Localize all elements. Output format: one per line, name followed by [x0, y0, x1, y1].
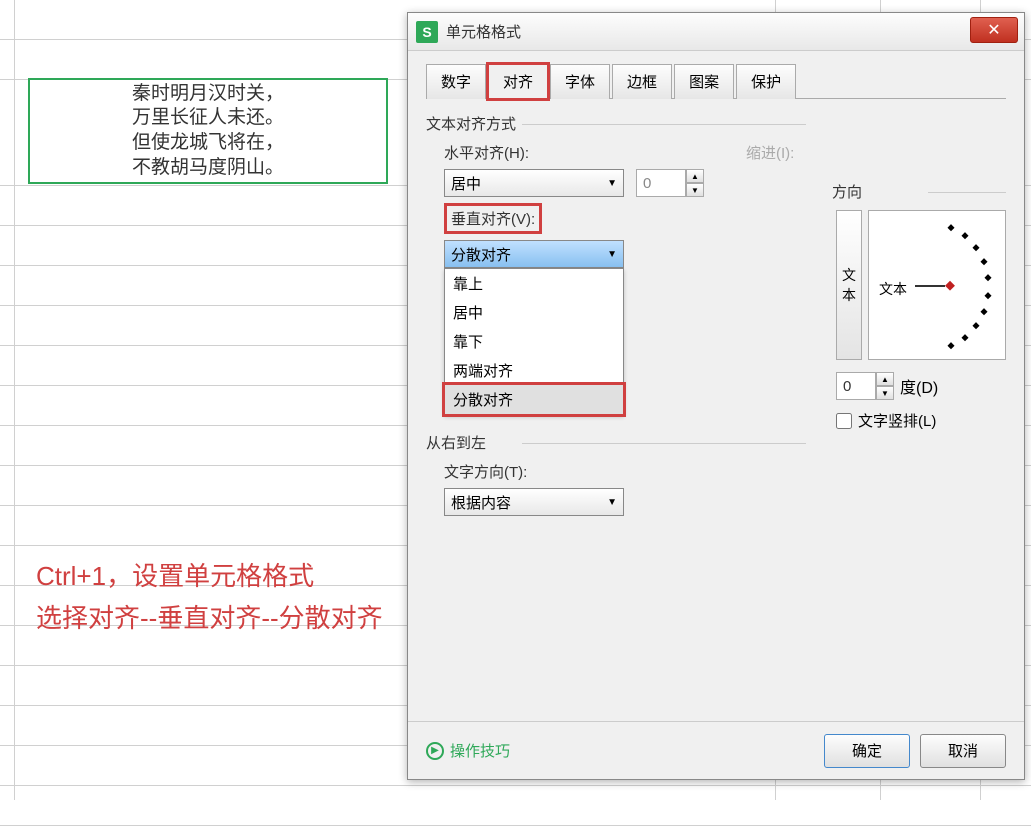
horizontal-align-combo[interactable]: 居中 ▼ — [444, 169, 624, 197]
tab-border[interactable]: 边框 — [612, 64, 672, 99]
play-icon: ▶ — [426, 742, 444, 760]
indent-label: 缩进(I): — [746, 142, 806, 163]
tab-number[interactable]: 数字 — [426, 64, 486, 99]
tab-font[interactable]: 字体 — [550, 64, 610, 99]
app-icon: S — [416, 21, 438, 43]
chevron-down-icon: ▼ — [607, 497, 617, 508]
text-direction-combo[interactable]: 根据内容 ▼ — [444, 488, 624, 516]
spinner-down-icon[interactable]: ▼ — [876, 386, 894, 400]
cancel-button[interactable]: 取消 — [920, 734, 1006, 768]
poem-line: 秦时明月汉时关， — [38, 82, 378, 107]
group-title: 从右到左 — [426, 432, 806, 453]
dialog-footer: ▶ 操作技巧 确定 取消 — [408, 721, 1024, 779]
text-direction-label: 文字方向(T): — [444, 461, 534, 482]
selected-cell[interactable]: 秦时明月汉时关， 万里长征人未还。 但使龙城飞将在， 不教胡马度阴山。 — [28, 78, 388, 184]
degree-input[interactable] — [836, 372, 876, 400]
vertical-align-label: 垂直对齐(V): — [444, 203, 542, 234]
indent-input[interactable] — [636, 169, 686, 197]
tab-strip: 数字 对齐 字体 边框 图案 保护 — [426, 63, 1006, 99]
close-button[interactable]: ✕ — [970, 17, 1018, 43]
direction-group: 方向 文本 文本 — [836, 181, 1006, 431]
horizontal-align-label: 水平对齐(H): — [444, 142, 534, 163]
vertical-align-combo[interactable]: 分散对齐 ▼ — [444, 240, 624, 268]
instruction-text: Ctrl+1，设置单元格格式 选择对齐--垂直对齐--分散对齐 — [36, 556, 383, 639]
chevron-down-icon: ▼ — [607, 178, 617, 189]
text-alignment-group: 文本对齐方式 水平对齐(H): 缩进(I): 居中 ▼ ▲ — [426, 113, 806, 268]
orientation-arc[interactable]: 文本 — [868, 210, 1006, 360]
tab-pattern[interactable]: 图案 — [674, 64, 734, 99]
vertical-text-checkbox[interactable] — [836, 413, 852, 429]
cell-format-dialog: S 单元格格式 ✕ 数字 对齐 字体 边框 图案 保护 文本对齐方式 水平对齐(… — [407, 12, 1025, 780]
indent-spinner[interactable]: ▲ ▼ — [636, 169, 704, 197]
tab-align[interactable]: 对齐 — [488, 64, 548, 99]
dialog-title: 单元格格式 — [446, 21, 521, 42]
rtl-group: 从右到左 文字方向(T): 根据内容 ▼ — [426, 432, 806, 516]
tips-link[interactable]: ▶ 操作技巧 — [426, 740, 510, 761]
group-title: 方向 — [832, 181, 1006, 202]
option-top[interactable]: 靠上 — [445, 269, 623, 298]
poem-line: 不教胡马度阴山。 — [38, 156, 378, 181]
poem-line: 但使龙城飞将在， — [38, 131, 378, 156]
chevron-down-icon: ▼ — [607, 249, 617, 260]
option-center[interactable]: 居中 — [445, 298, 623, 327]
option-justify[interactable]: 两端对齐 — [445, 356, 623, 385]
vertical-text-button[interactable]: 文本 — [836, 210, 862, 360]
spinner-down-icon[interactable]: ▼ — [686, 183, 704, 197]
spinner-up-icon[interactable]: ▲ — [876, 372, 894, 386]
vertical-align-dropdown: 靠上 居中 靠下 两端对齐 分散对齐 — [444, 268, 624, 415]
group-title: 文本对齐方式 — [426, 113, 806, 134]
degree-label: 度(D) — [900, 374, 938, 398]
ok-button[interactable]: 确定 — [824, 734, 910, 768]
tab-protect[interactable]: 保护 — [736, 64, 796, 99]
spinner-up-icon[interactable]: ▲ — [686, 169, 704, 183]
option-bottom[interactable]: 靠下 — [445, 327, 623, 356]
degree-spinner[interactable]: ▲ ▼ — [836, 372, 894, 400]
vertical-text-checkbox-label: 文字竖排(L) — [858, 410, 936, 431]
title-bar: S 单元格格式 ✕ — [408, 13, 1024, 51]
option-distribute[interactable]: 分散对齐 — [442, 382, 626, 417]
poem-line: 万里长征人未还。 — [38, 106, 378, 131]
